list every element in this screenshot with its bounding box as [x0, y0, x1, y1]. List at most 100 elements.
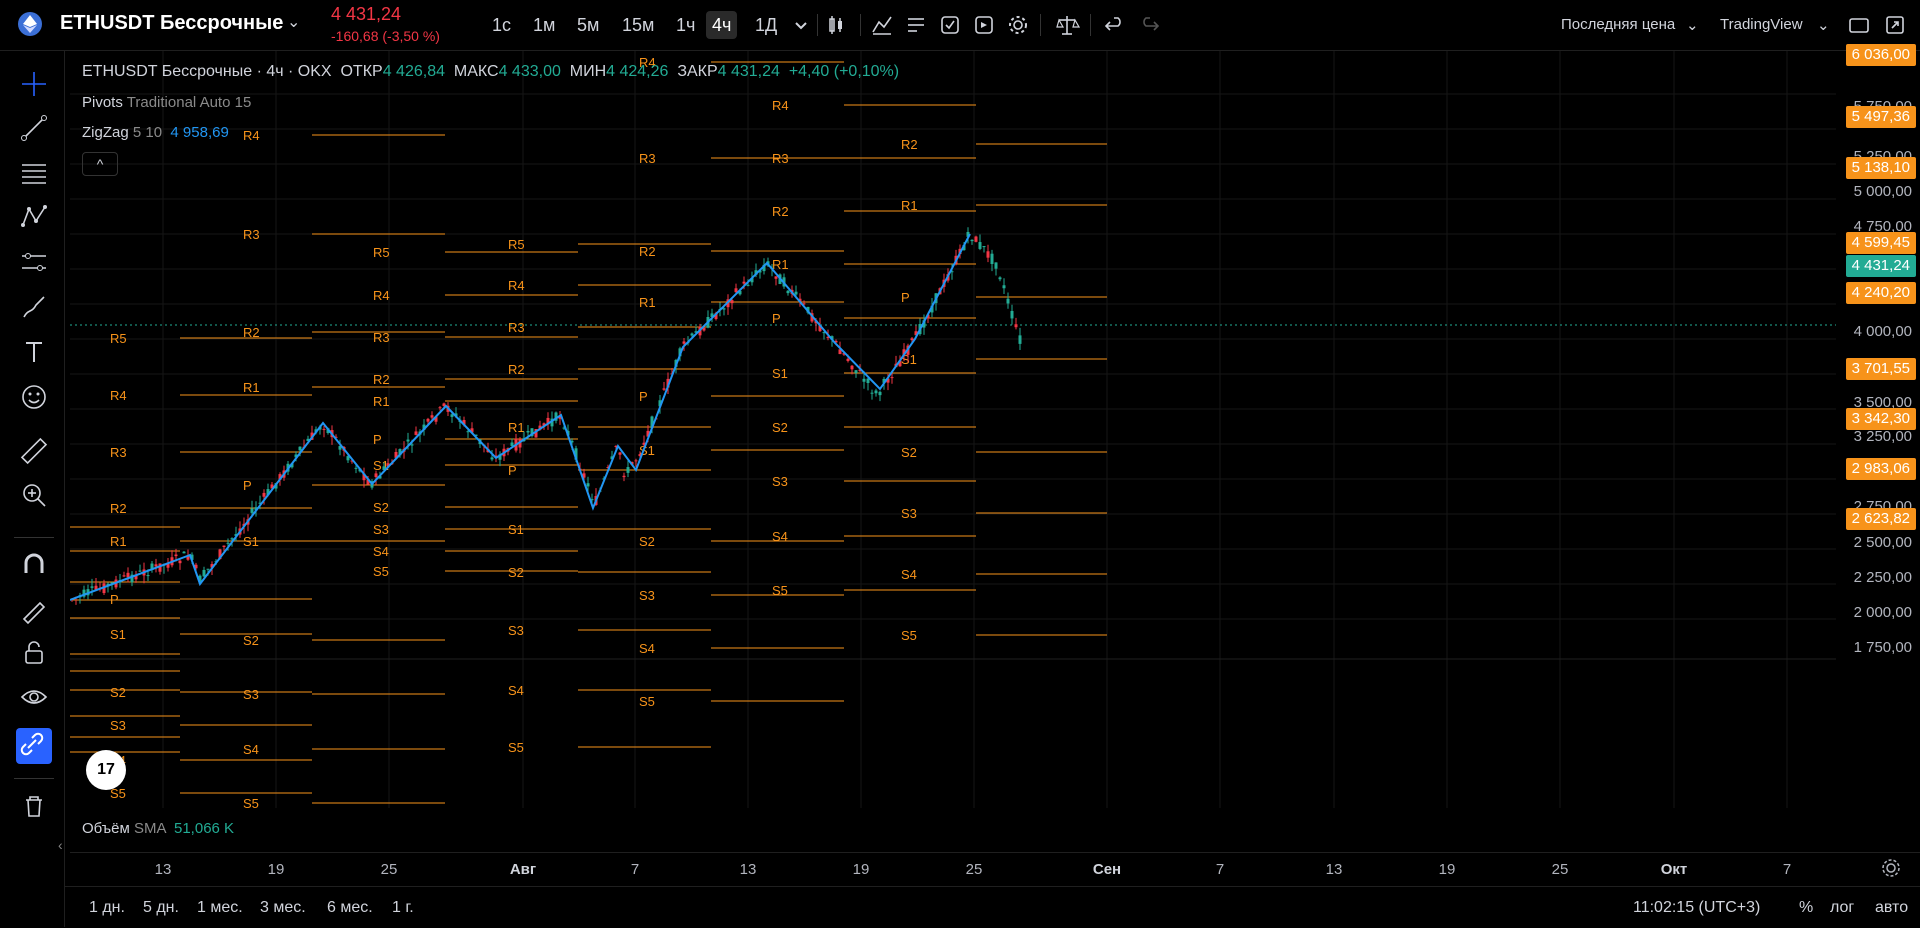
link-icon[interactable] — [16, 728, 52, 764]
pivot-price-tag: 2 623,82 — [1845, 508, 1916, 530]
theme-select[interactable]: TradingView — [1720, 16, 1803, 33]
time-axis[interactable]: 13 19 25 Авг 7 13 19 25 Сен 7 13 19 25 Окт 7 — [70, 852, 1920, 883]
pivot-price-tag: 5 497,36 — [1845, 106, 1916, 128]
time-axis-label: 25 — [380, 861, 398, 878]
fib-icon[interactable] — [18, 157, 50, 189]
range-3m[interactable]: 3 мес. — [260, 899, 306, 917]
high-label: МАКС — [453, 63, 499, 80]
zigzag-name: ZigZag — [82, 124, 129, 141]
crosshair-icon[interactable] — [18, 68, 50, 100]
tf-4h[interactable]: 4ч — [706, 11, 738, 39]
pivot-level-label: S2 — [110, 685, 126, 700]
symbol-name[interactable]: ETHUSDT Бессрочные — [60, 12, 283, 35]
redo-icon[interactable] — [1136, 12, 1162, 38]
collapse-legend-button[interactable]: ^ — [82, 152, 118, 176]
time-axis-label: 25 — [965, 861, 983, 878]
pivot-level-label: S4 — [772, 529, 788, 544]
settings-icon[interactable] — [1880, 857, 1902, 879]
chevron-down-icon[interactable] — [788, 12, 814, 38]
lock-draw-icon[interactable] — [18, 593, 50, 625]
pivot-level-label: R3 — [110, 445, 127, 460]
price-type-select[interactable]: Последняя цена — [1561, 16, 1675, 33]
volume-legend[interactable]: Объём SMA 51,066 K — [82, 820, 234, 837]
scales-icon[interactable] — [1054, 12, 1081, 38]
chevron-down-icon[interactable]: ⌄ — [287, 12, 300, 32]
magnet-icon[interactable] — [18, 549, 50, 581]
tf-1s[interactable]: 1с — [486, 11, 517, 39]
pivot-level-label: R2 — [508, 362, 525, 377]
text-icon[interactable] — [18, 336, 50, 368]
log-toggle[interactable]: лог — [1830, 899, 1854, 917]
range-1d[interactable]: 1 дн. — [89, 899, 125, 917]
candle-body — [970, 239, 974, 242]
low-value: 4 424,26 — [606, 63, 669, 80]
pivots-params: Traditional Auto 15 — [126, 94, 252, 111]
tf-5m[interactable]: 5м — [571, 11, 605, 39]
emoji-icon[interactable] — [18, 381, 50, 413]
pivot-level-label: S4 — [639, 641, 655, 656]
tf-1h[interactable]: 1ч — [670, 11, 701, 39]
range-1y[interactable]: 1 г. — [392, 899, 414, 917]
trash-icon[interactable] — [18, 790, 50, 822]
trendline-icon[interactable] — [18, 112, 50, 144]
last-price: 4 431,24 — [331, 4, 402, 24]
auto-toggle[interactable]: авто — [1875, 899, 1908, 917]
tf-1d[interactable]: 1Д — [749, 11, 783, 39]
brush-icon[interactable] — [18, 291, 50, 323]
pivot-level-label: S5 — [508, 740, 524, 755]
clock[interactable]: 11:02:15 (UTC+3) — [1633, 899, 1760, 917]
tf-1m[interactable]: 1м — [527, 11, 561, 39]
volume-name: Объём — [82, 820, 130, 837]
chevron-down-icon[interactable]: ⌄ — [1686, 16, 1699, 34]
tradingview-logo[interactable]: 17 — [86, 750, 126, 790]
alert-icon[interactable] — [937, 12, 963, 38]
current-price-tag: 4 431,24 — [1845, 255, 1916, 277]
forecast-icon[interactable] — [18, 246, 50, 278]
candles-icon[interactable] — [823, 12, 849, 38]
fullscreen-icon[interactable] — [1882, 12, 1908, 38]
bottom-toolbar: 1 дн. 5 дн. 1 мес. 3 мес. 6 мес. 1 г. 11… — [64, 886, 1920, 928]
layout-icon[interactable] — [1846, 12, 1872, 38]
gear-icon[interactable] — [1005, 12, 1031, 38]
price-axis-label: 1 750,00 — [1853, 639, 1912, 656]
price-chart[interactable]: R5 R4 R3 R2 R1 P S1 S2 S3 S4 S5 R4 R3 R2 R1 P S1 S2 S3 S4 S5… — [70, 51, 1836, 808]
lock-icon[interactable] — [18, 637, 50, 669]
candle-body — [586, 483, 590, 487]
pivot-level-label: S5 — [373, 564, 389, 579]
templates-icon[interactable] — [903, 12, 929, 38]
undo-icon[interactable] — [1102, 12, 1128, 38]
pivot-level-label: S4 — [243, 742, 259, 757]
price-axis[interactable]: 5 750,005 250,005 000,004 750,004 500,00… — [1836, 44, 1920, 808]
ruler-icon[interactable] — [18, 435, 50, 467]
chevron-down-icon[interactable]: ⌄ — [1817, 16, 1830, 34]
replay-icon[interactable] — [971, 12, 997, 38]
candle-body — [730, 300, 734, 304]
percent-toggle[interactable]: % — [1799, 899, 1813, 917]
zoom-icon[interactable] — [18, 479, 50, 511]
candle-body — [866, 378, 870, 384]
zigzag-legend[interactable]: ZigZag 5 10 4 958,69 — [82, 124, 229, 141]
price-change: -160,68 (-3,50 %) — [331, 28, 440, 44]
range-5d[interactable]: 5 дн. — [143, 899, 179, 917]
candle-body — [262, 492, 266, 497]
pivot-level-label: R4 — [772, 98, 789, 113]
range-6m[interactable]: 6 мес. — [327, 899, 373, 917]
pivot-level-label: R5 — [373, 245, 390, 260]
candle-body — [618, 452, 622, 455]
range-1m[interactable]: 1 мес. — [197, 899, 243, 917]
eye-icon[interactable] — [18, 681, 50, 713]
pivot-level-label: S2 — [901, 445, 917, 460]
pivot-level-label: R4 — [243, 128, 260, 143]
legend-title[interactable]: ETHUSDT Бессрочные · 4ч · OKX — [82, 63, 332, 80]
indicators-icon[interactable] — [869, 12, 895, 38]
pivots-legend[interactable]: Pivots Traditional Auto 15 — [82, 94, 251, 111]
pivot-level-label: S2 — [772, 420, 788, 435]
pivot-price-tag: 4 240,20 — [1845, 282, 1916, 304]
pivot-level-label: R4 — [508, 278, 525, 293]
pattern-icon[interactable] — [18, 201, 50, 233]
candle-body — [794, 291, 798, 295]
candle-body — [998, 277, 1002, 280]
collapse-toolbar-icon[interactable]: ‹ — [58, 837, 63, 853]
tf-15m[interactable]: 15м — [616, 11, 660, 39]
candle-body — [622, 475, 626, 478]
